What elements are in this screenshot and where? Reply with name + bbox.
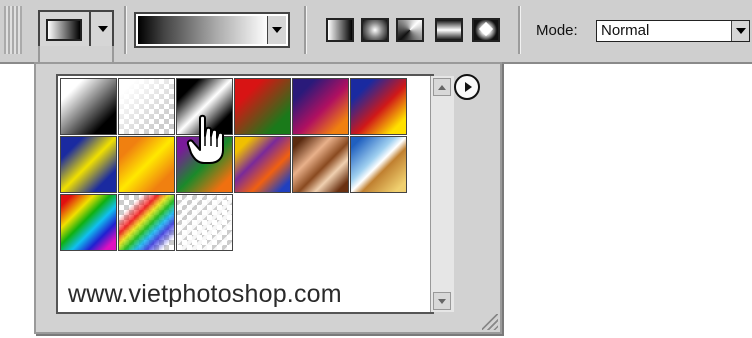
gradient-preset-swatch[interactable] (292, 78, 349, 135)
chevron-down-icon (438, 298, 446, 304)
flyout-menu-icon[interactable] (454, 74, 480, 100)
chevron-up-icon (438, 84, 446, 90)
gradient-preset-swatch[interactable] (350, 136, 407, 193)
tool-preset-dropdown-arrow[interactable] (89, 10, 114, 48)
resize-grip-icon[interactable] (482, 314, 498, 330)
mode-select-value: Normal (601, 22, 650, 39)
gradient-preset-swatch[interactable] (60, 194, 117, 251)
gradient-preset-swatch[interactable] (60, 78, 117, 135)
radial-gradient-icon[interactable] (361, 18, 389, 42)
scroll-down-button[interactable] (433, 292, 451, 310)
watermark-text: www.vietphotoshop.com (68, 280, 342, 308)
gradient-preset-picker-button[interactable] (38, 10, 114, 48)
gradient-preset-swatch[interactable] (292, 136, 349, 193)
gradient-editor-field[interactable] (134, 12, 290, 48)
gradient-preset-swatch[interactable] (118, 136, 175, 193)
gradient-preset-swatch[interactable] (234, 136, 291, 193)
angle-gradient-icon[interactable] (396, 18, 424, 42)
gradient-preset-swatch[interactable] (118, 194, 175, 251)
tool-preset-swatch-icon (46, 19, 82, 41)
chevron-down-icon (97, 26, 108, 32)
gradient-preset-swatch[interactable] (350, 78, 407, 135)
current-gradient-preview[interactable] (138, 16, 268, 44)
gradient-preset-grid: www.vietphotoshop.com (56, 74, 454, 314)
gradient-preset-swatch[interactable] (118, 78, 175, 135)
gradient-preset-swatch[interactable] (234, 78, 291, 135)
diamond-gradient-icon[interactable] (472, 18, 500, 42)
hand-cursor-icon (186, 114, 224, 164)
gradient-picker-panel: www.vietphotoshop.com (34, 62, 502, 334)
mode-label: Mode: (536, 22, 578, 39)
play-arrow-icon (464, 82, 472, 92)
gradient-dropdown-arrow[interactable] (267, 16, 286, 44)
toolbar-separator (304, 6, 307, 54)
toolbar-grip[interactable] (4, 6, 22, 54)
gradient-preset-swatch[interactable] (60, 136, 117, 193)
linear-gradient-icon[interactable] (326, 18, 354, 42)
scroll-up-button[interactable] (433, 78, 451, 96)
gradient-preset-swatch[interactable] (176, 194, 233, 251)
toolbar-separator (124, 6, 127, 54)
chevron-down-icon (272, 27, 282, 33)
reflected-gradient-icon[interactable] (435, 18, 463, 42)
preset-scrollbar[interactable] (430, 76, 454, 312)
mode-select[interactable]: Normal (596, 20, 750, 42)
mode-dropdown-arrow[interactable] (731, 21, 749, 41)
toolbar-separator (518, 6, 521, 54)
chevron-down-icon (735, 28, 746, 34)
